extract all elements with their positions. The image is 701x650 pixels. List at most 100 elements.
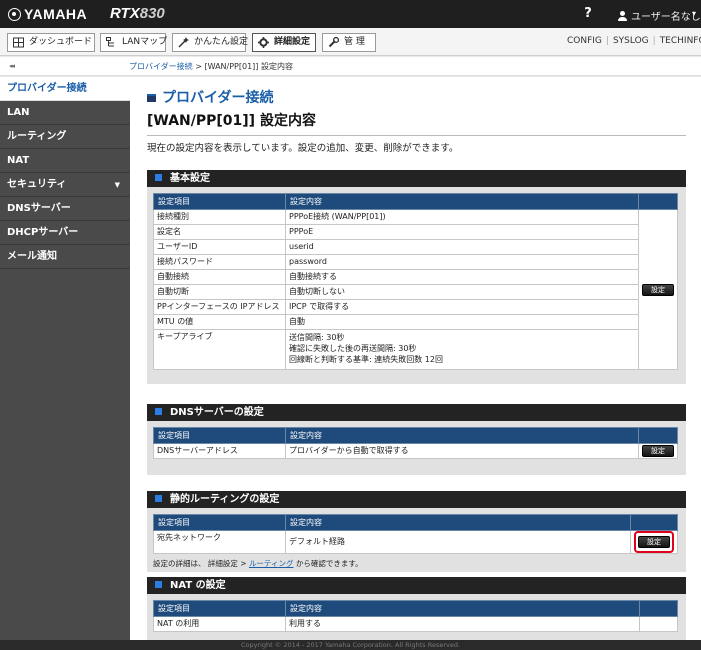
nav-advanced-settings-label: 詳細設定 <box>274 37 311 47</box>
sidebar-item-label: DHCPサーバー <box>7 227 79 238</box>
nav-right-links: CONFIG | SYSLOG | TECHINFO <box>567 36 701 46</box>
table-row: 接続パスワード password <box>153 254 678 270</box>
row-label: DNSサーバーアドレス <box>153 443 286 459</box>
column-header-content: 設定内容 <box>285 193 639 210</box>
table-header-row: 設定項目 設定内容 <box>153 600 678 617</box>
row-label: ユーザーID <box>153 239 286 255</box>
sidebar-item-label: NAT <box>7 155 30 166</box>
action-cell: 設定 <box>638 209 678 370</box>
sidebar-item-mail[interactable]: メール通知 <box>0 245 130 269</box>
sidebar-item-label: プロバイダー接続 <box>7 83 87 94</box>
dns-settings-edit-button[interactable]: 設定 <box>642 445 674 457</box>
divider <box>147 135 686 136</box>
static-routing-edit-button[interactable]: 設定 <box>638 536 670 548</box>
table-row: 設定名 PPPoE <box>153 224 678 240</box>
section-nat: NAT の設定 設定項目 設定内容 NAT の利用 利用する <box>147 577 686 640</box>
column-header-content: 設定内容 <box>285 514 631 531</box>
row-label: NAT の利用 <box>153 616 286 632</box>
section-header: DNSサーバーの設定 <box>147 404 686 421</box>
title-bullet-icon <box>147 94 156 102</box>
gear-icon <box>258 37 269 48</box>
section-bullet-icon <box>155 495 162 502</box>
row-label: 接続種別 <box>153 209 286 225</box>
column-header-item: 設定項目 <box>153 193 286 210</box>
nav-dashboard-label: ダッシュボード <box>29 37 93 47</box>
row-label: 自動接続 <box>153 269 286 285</box>
basic-settings-edit-button[interactable]: 設定 <box>642 283 674 296</box>
wrench-icon <box>328 37 339 48</box>
collapse-sidebar-icon[interactable]: ◂◂ <box>9 62 15 70</box>
config-link[interactable]: CONFIG <box>567 36 602 46</box>
row-value: IPCP で取得する <box>285 299 639 315</box>
yamaha-logo[interactable]: YAMAHA <box>8 6 87 22</box>
table-header-row: 設定項目 設定内容 <box>153 427 678 444</box>
table-row: PPインターフェースの IPアドレス IPCP で取得する <box>153 299 678 315</box>
user-menu-caret-icon[interactable]: ▾ <box>692 9 696 18</box>
page-subtitle: [WAN/PP[01]] 設定内容 <box>147 113 316 129</box>
top-bar: YAMAHA RTX830 ? ユーザー名なし ▾ <box>0 0 701 28</box>
table-row: ユーザーID userid <box>153 239 678 255</box>
dashboard-icon <box>13 37 24 48</box>
sidebar-item-label: ルーティング <box>7 131 67 142</box>
section-title: 静的ルーティングの設定 <box>170 494 280 505</box>
sidebar-item-routing[interactable]: ルーティング <box>0 125 130 149</box>
row-value: プロバイダーから自動で取得する <box>285 443 639 459</box>
nav-advanced-settings-button[interactable]: 詳細設定 <box>252 33 316 52</box>
user-icon <box>618 11 627 21</box>
syslog-link[interactable]: SYSLOG <box>613 36 649 46</box>
note-suffix: から確認できます。 <box>293 559 363 568</box>
wizard-icon <box>178 37 189 48</box>
sidebar-item-nat[interactable]: NAT <box>0 149 130 173</box>
sidebar-item-label: DNSサーバー <box>7 203 71 214</box>
table-row: 宛先ネットワーク デフォルト経路 設定 <box>153 530 678 554</box>
row-value: password <box>285 254 639 270</box>
routing-link[interactable]: ルーティング <box>249 559 294 568</box>
nav-bar: ダッシュボード LANマップ かんたん設定 詳細設定 管 理 CONFIG | SY… <box>0 28 701 56</box>
section-body: 設定項目 設定内容 DNSサーバーアドレス プロバイダーから自動で取得する 設定 <box>147 421 686 475</box>
sidebar-item-lan[interactable]: LAN <box>0 101 130 125</box>
nav-lan-map-label: LANマップ <box>122 37 168 47</box>
sidebar-item-label: LAN <box>7 107 30 118</box>
sidebar-item-label: セキュリティ <box>7 179 67 190</box>
highlight-box: 設定 <box>634 531 674 553</box>
nav-easy-setup-button[interactable]: かんたん設定 <box>172 33 248 52</box>
table-header-row: 設定項目 設定内容 <box>153 514 678 531</box>
sidebar-item-provider[interactable]: プロバイダー接続 <box>0 77 130 101</box>
nav-lan-map-button[interactable]: LANマップ <box>100 33 168 52</box>
user-menu[interactable]: ユーザー名なし <box>618 8 701 23</box>
sidebar-item-security[interactable]: セキュリティ ▼ <box>0 173 130 197</box>
sidebar-item-dns[interactable]: DNSサーバー <box>0 197 130 221</box>
section-body: 設定項目 設定内容 NAT の利用 利用する <box>147 594 686 640</box>
row-value: userid <box>285 239 639 255</box>
user-name: ユーザー名なし <box>631 12 701 23</box>
nav-management-button[interactable]: 管 理 <box>322 33 376 52</box>
row-label: 設定名 <box>153 224 286 240</box>
table-row: 自動接続 自動接続する <box>153 269 678 285</box>
row-value: PPPoE <box>285 224 639 240</box>
action-cell <box>639 616 678 632</box>
dns-settings-table: 設定項目 設定内容 DNSサーバーアドレス プロバイダーから自動で取得する 設定 <box>153 427 678 459</box>
techinfo-link[interactable]: TECHINFO <box>660 36 701 46</box>
section-title: NAT の設定 <box>170 580 226 591</box>
row-value: PPPoE接続 (WAN/PP[01]) <box>285 209 639 225</box>
brand-name: YAMAHA <box>24 6 88 22</box>
chevron-down-icon: ▼ <box>114 181 120 189</box>
breadcrumb-link-provider[interactable]: プロバイダー接続 <box>129 62 193 71</box>
table-row: MTU の値 自動 <box>153 314 678 330</box>
routing-note: 設定の詳細は、 詳細設定 > ルーティング から確認できます。 <box>153 558 678 569</box>
keepalive-retry: 確認に失敗した後の再送間隔: 30秒 <box>289 344 417 353</box>
table-row: NAT の利用 利用する <box>153 616 678 632</box>
breadcrumb: プロバイダー接続 > [WAN/PP[01]] 設定内容 <box>129 61 293 72</box>
sidebar-item-dhcp[interactable]: DHCPサーバー <box>0 221 130 245</box>
section-title: 基本設定 <box>170 173 210 184</box>
column-header-action <box>639 600 678 617</box>
row-value: デフォルト経路 <box>285 530 631 554</box>
keepalive-interval: 送信間隔: 30秒 <box>289 333 345 342</box>
row-label: MTU の値 <box>153 314 286 330</box>
column-header-action <box>630 514 678 531</box>
nav-dashboard-button[interactable]: ダッシュボード <box>7 33 95 52</box>
help-button[interactable]: ? <box>581 6 595 21</box>
page-title-text: プロバイダー接続 <box>162 90 274 106</box>
section-header: 静的ルーティングの設定 <box>147 491 686 508</box>
table-row: DNSサーバーアドレス プロバイダーから自動で取得する 設定 <box>153 443 678 459</box>
